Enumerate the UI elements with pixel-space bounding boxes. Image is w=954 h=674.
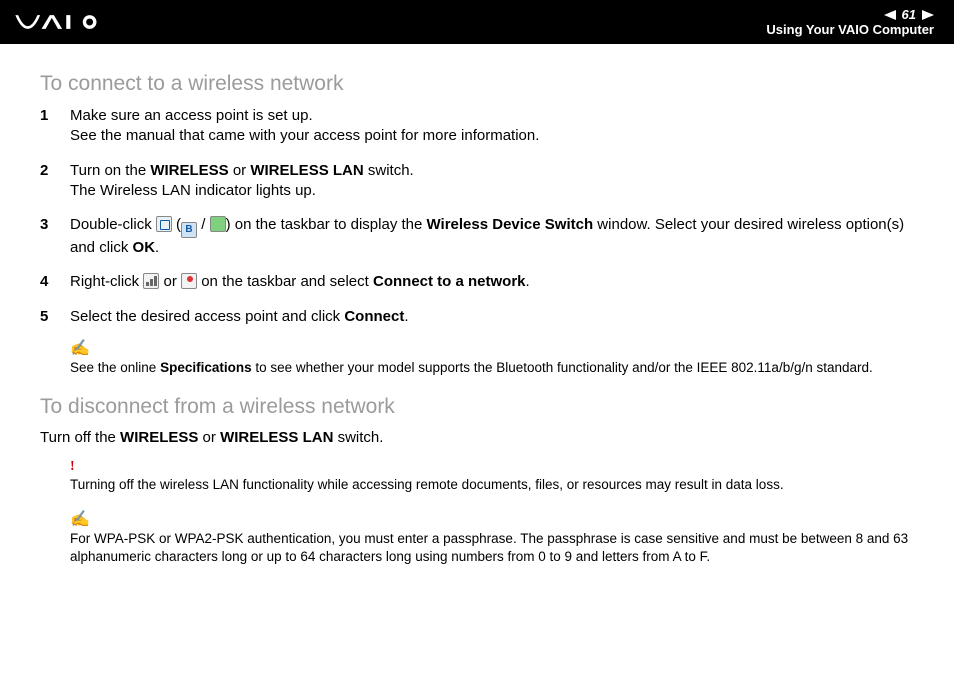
heading-disconnect: To disconnect from a wireless network — [40, 395, 930, 419]
step-number: 1 — [40, 106, 48, 126]
network-icon — [156, 216, 172, 232]
note-icon: ✍ — [70, 512, 930, 528]
vaio-logo — [14, 11, 124, 33]
signal-bars-icon — [143, 273, 159, 289]
step-4: 4 Right-click or on the taskbar and sele… — [40, 272, 930, 292]
header-bar: 61 Using Your VAIO Computer — [0, 0, 954, 44]
note-specifications: ✍ See the online Specifications to see w… — [40, 341, 930, 377]
step-number: 5 — [40, 307, 48, 327]
step-1: 1 Make sure an access point is set up. S… — [40, 106, 930, 147]
step-2: 2 Turn on the WIRELESS or WIRELESS LAN s… — [40, 161, 930, 202]
step-number: 4 — [40, 272, 48, 292]
next-page-icon[interactable] — [922, 10, 934, 20]
page-nav: 61 — [766, 7, 934, 22]
page-number: 61 — [902, 7, 916, 22]
lan-icon — [210, 216, 226, 232]
page-content: To connect to a wireless network 1 Make … — [0, 44, 954, 567]
connect-steps: 1 Make sure an access point is set up. S… — [40, 106, 930, 327]
section-title: Using Your VAIO Computer — [766, 22, 934, 37]
note-passphrase: ✍ For WPA-PSK or WPA2-PSK authentication… — [40, 512, 930, 566]
warning-text: Turning off the wireless LAN functionali… — [70, 476, 930, 494]
heading-connect: To connect to a wireless network — [40, 72, 930, 96]
prev-page-icon[interactable] — [884, 10, 896, 20]
step-3: 3 Double-click (B / ) on the taskbar to … — [40, 215, 930, 258]
note-text: For WPA-PSK or WPA2-PSK authentication, … — [70, 530, 930, 566]
step-number: 3 — [40, 215, 48, 235]
header-right: 61 Using Your VAIO Computer — [766, 7, 934, 37]
step-5: 5 Select the desired access point and cl… — [40, 307, 930, 327]
bluetooth-icon: B — [181, 222, 197, 238]
warning-icon: ! — [70, 460, 930, 474]
network-red-icon — [181, 273, 197, 289]
warning-block: ! Turning off the wireless LAN functiona… — [40, 460, 930, 494]
note-icon: ✍ — [70, 341, 930, 357]
step-number: 2 — [40, 161, 48, 181]
disconnect-instruction: Turn off the WIRELESS or WIRELESS LAN sw… — [40, 429, 930, 446]
